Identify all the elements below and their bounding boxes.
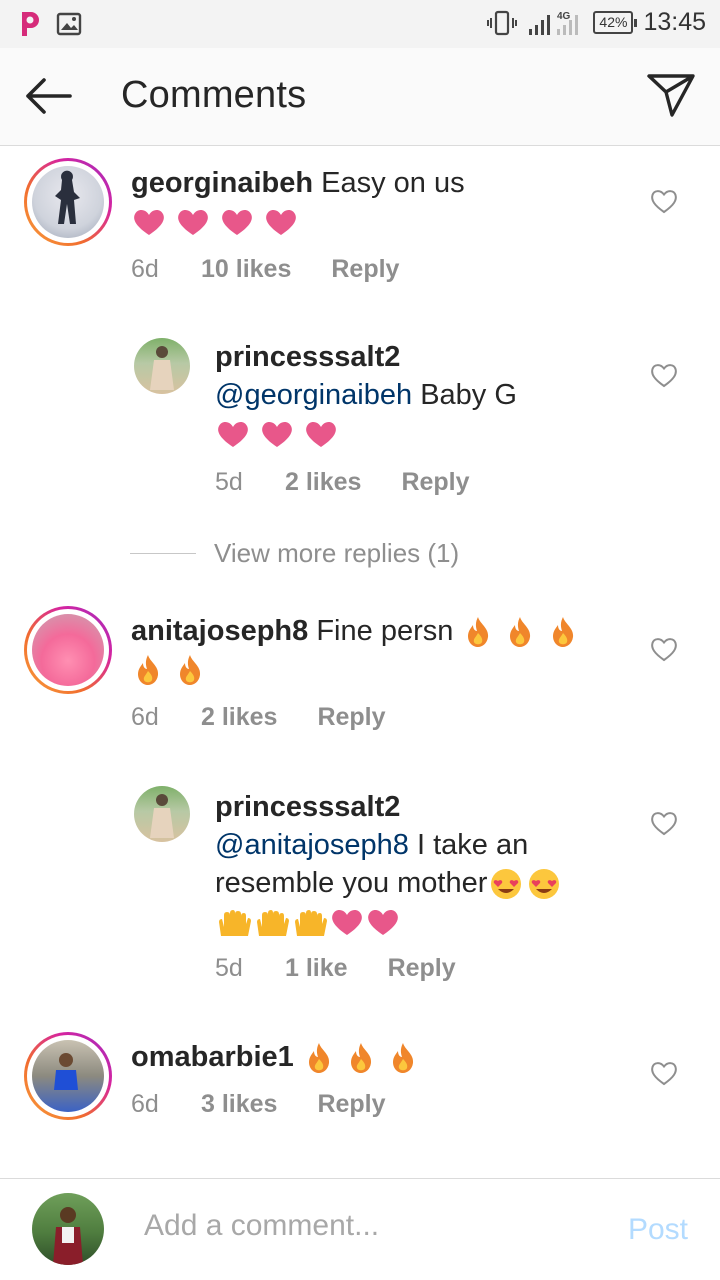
back-arrow-icon [26, 78, 72, 114]
post-button[interactable]: Post [628, 1213, 688, 1247]
like-heart-icon[interactable] [650, 1060, 678, 1086]
like-heart-icon[interactable] [650, 188, 678, 214]
heart-emoji-icon [218, 422, 248, 448]
comment-input[interactable] [144, 1209, 584, 1243]
avatar[interactable] [134, 786, 190, 842]
comment-username[interactable]: anitajoseph8 [131, 615, 308, 647]
status-time: 13:45 [643, 8, 706, 36]
battery-icon: 42% [593, 11, 638, 34]
comment-time: 6d [131, 255, 159, 283]
reply-button[interactable]: Reply [331, 255, 399, 284]
fire-emoji-icon [552, 617, 573, 648]
status-right-icons: 4G 42% 13:45 [487, 8, 706, 37]
comment-time: 6d [131, 1090, 159, 1118]
heart-emoji-icon [178, 210, 208, 236]
comment-body: Easy on us [321, 167, 465, 199]
avatar[interactable] [24, 1032, 112, 1120]
comment-text: princesssalt2 @georginaibeh Baby G [215, 338, 535, 452]
emoji-row [131, 205, 299, 237]
reply-button[interactable]: Reply [388, 954, 456, 983]
raised-hands-emoji-icon [219, 910, 251, 937]
like-heart-icon[interactable] [650, 362, 678, 388]
comment-time: 6d [131, 703, 159, 731]
emoji-row [302, 1041, 420, 1074]
comment-time: 5d [215, 954, 243, 982]
pocket-app-icon [22, 12, 39, 36]
comment-meta: 6d 3 likes Reply [131, 1090, 386, 1119]
status-left-icons [18, 10, 82, 38]
comments-header: Comments [0, 48, 720, 146]
avatar[interactable] [24, 606, 112, 694]
comment-meta: 5d 2 likes Reply [215, 468, 470, 497]
heart-emoji-icon [222, 210, 252, 236]
mention-link[interactable]: @anitajoseph8 [215, 829, 409, 861]
fire-emoji-icon [392, 1043, 414, 1074]
heart-eyes-emoji-icon [529, 869, 560, 900]
comment-meta: 6d 2 likes Reply [131, 703, 386, 732]
comment-meta: 6d 10 likes Reply [131, 255, 399, 284]
raised-hands-emoji-icon [295, 910, 327, 937]
comment-username[interactable]: georginaibeh [131, 167, 313, 199]
reply-button[interactable]: Reply [401, 468, 469, 497]
comment-body: Fine persn [316, 615, 454, 647]
back-button[interactable] [22, 74, 74, 118]
fire-emoji-icon [308, 1043, 329, 1074]
comment-meta: 5d 1 like Reply [215, 954, 456, 983]
fire-emoji-icon [138, 655, 159, 686]
heart-emoji-icon [306, 422, 336, 448]
comment-likes[interactable]: 3 likes [201, 1090, 277, 1119]
divider [130, 553, 196, 554]
comment-text: georginaibeh Easy on us [131, 164, 571, 240]
like-heart-icon[interactable] [650, 636, 678, 662]
avatar[interactable] [24, 158, 112, 246]
direct-send-button[interactable] [646, 72, 696, 118]
fire-emoji-icon [510, 617, 531, 648]
avatar [32, 1193, 104, 1265]
fire-emoji-icon [468, 617, 489, 648]
view-more-replies[interactable]: View more replies (1) [130, 538, 459, 569]
mention-link[interactable]: @georginaibeh [215, 379, 412, 411]
vibrate-icon [487, 10, 518, 35]
raised-hands-emoji-icon [257, 910, 289, 937]
comment-username[interactable]: princesssalt2 [215, 341, 400, 373]
comment-likes[interactable]: 2 likes [285, 468, 361, 497]
heart-eyes-emoji-icon [491, 869, 522, 900]
signal-icon: 4G [529, 11, 579, 35]
gallery-icon [56, 12, 82, 36]
comment-text: omabarbie1 [131, 1038, 571, 1076]
comment-likes[interactable]: 1 like [285, 954, 348, 983]
fire-emoji-icon [180, 655, 201, 686]
comment-time: 5d [215, 468, 243, 496]
comment-likes[interactable]: 10 likes [201, 255, 291, 284]
comment-text: anitajoseph8 Fine persn [131, 612, 611, 688]
fire-emoji-icon [350, 1043, 371, 1074]
emoji-row [215, 417, 339, 449]
reply-button[interactable]: Reply [317, 703, 385, 732]
comment-username[interactable]: princesssalt2 [215, 791, 400, 823]
avatar[interactable] [134, 338, 190, 394]
direct-send-icon [647, 74, 695, 117]
heart-emoji-icon [332, 910, 362, 936]
status-bar: 4G 42% 13:45 [0, 0, 720, 48]
comment-likes[interactable]: 2 likes [201, 703, 277, 732]
heart-emoji-icon [368, 910, 398, 936]
comment-text: princesssalt2 @anitajoseph8 I take an re… [215, 788, 605, 940]
page-title: Comments [121, 74, 307, 116]
comment-body: Baby G [412, 379, 517, 411]
reply-button[interactable]: Reply [317, 1090, 385, 1119]
heart-emoji-icon [134, 210, 164, 236]
network-label: 4G [557, 11, 571, 22]
heart-emoji-icon [266, 210, 297, 236]
view-more-replies-label[interactable]: View more replies (1) [214, 538, 459, 569]
like-heart-icon[interactable] [650, 810, 678, 836]
comment-username[interactable]: omabarbie1 [131, 1041, 294, 1073]
heart-emoji-icon [262, 422, 292, 448]
comment-composer: Post [0, 1178, 720, 1280]
